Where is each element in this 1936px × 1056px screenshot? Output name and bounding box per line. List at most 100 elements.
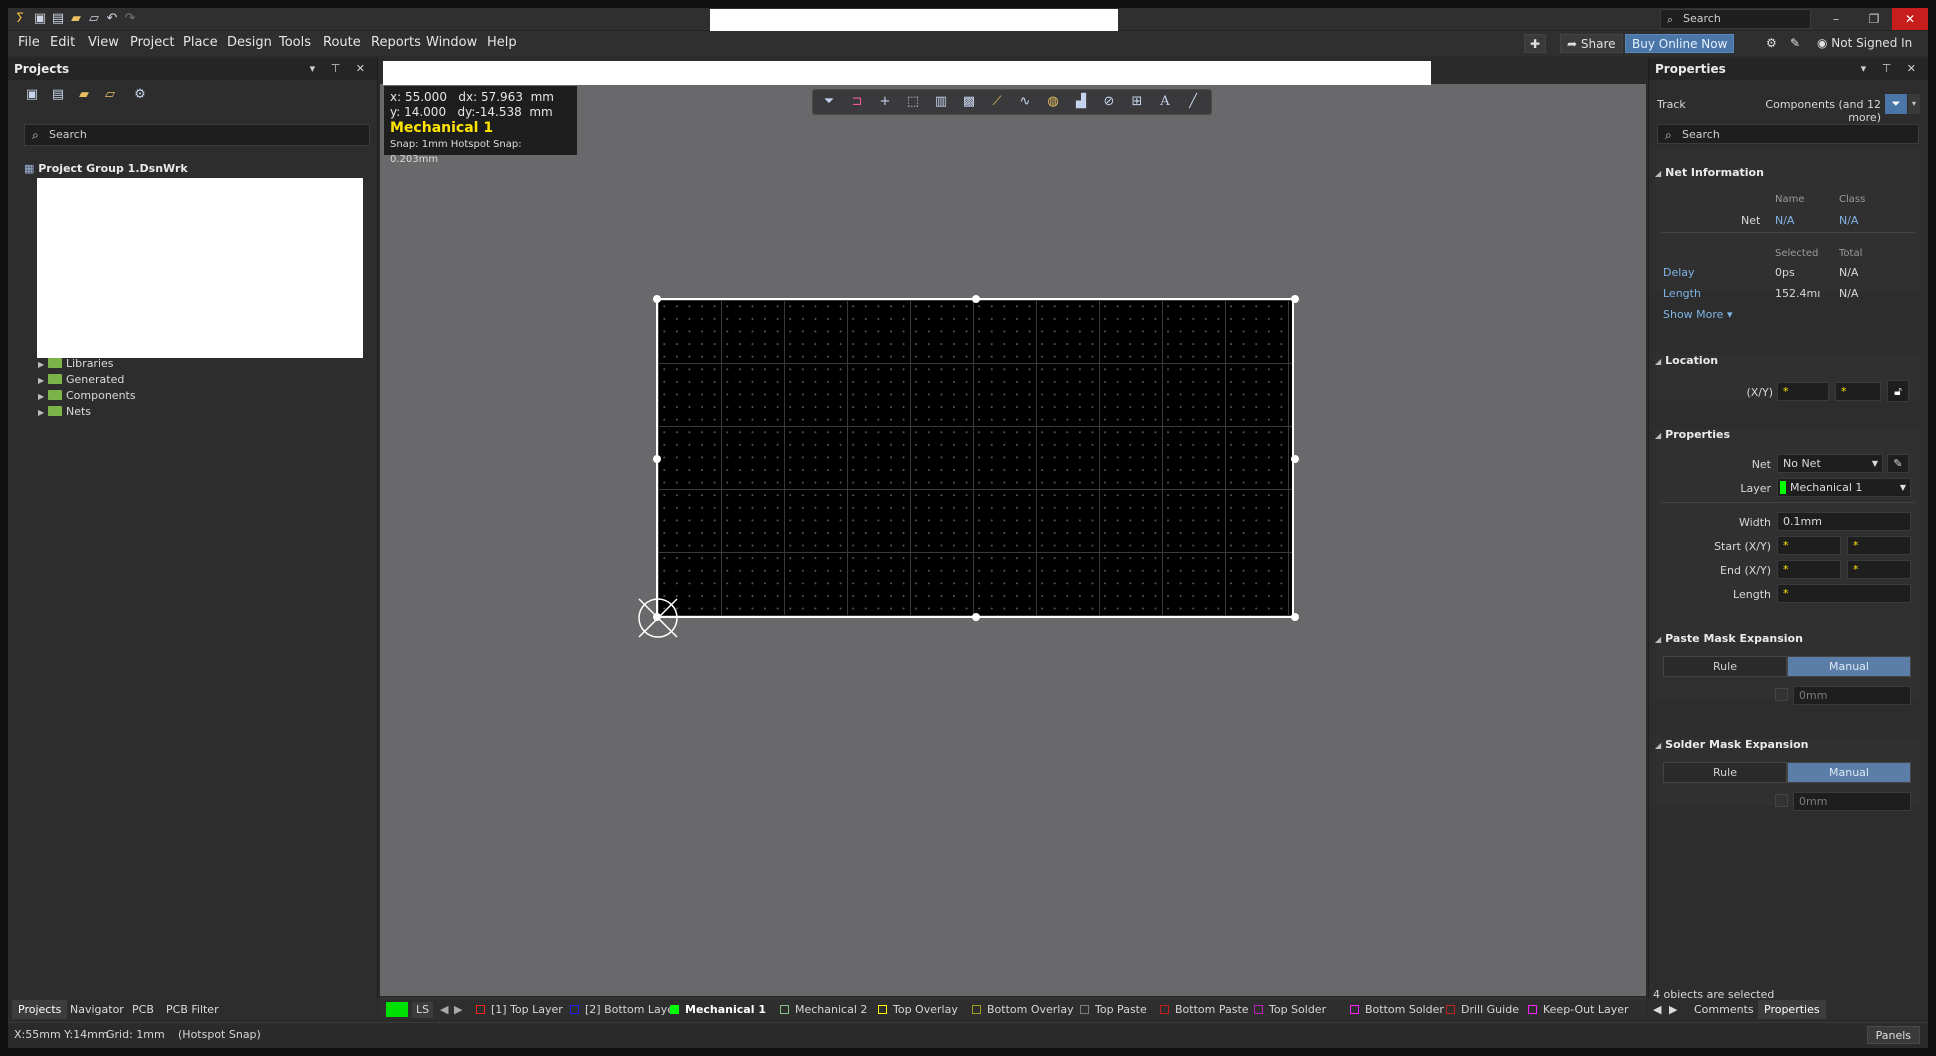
- selection-handle[interactable]: [1291, 455, 1299, 463]
- polygon-icon[interactable]: ▟: [1071, 93, 1091, 111]
- paste-mask-value-field[interactable]: 0mm: [1793, 686, 1911, 705]
- expand-arrow-icon[interactable]: ▶: [38, 405, 48, 421]
- properties-section-title[interactable]: ◢ Properties: [1655, 428, 1730, 441]
- place-line-icon[interactable]: ╱: [1183, 93, 1203, 111]
- paste-mask-checkbox[interactable]: [1775, 688, 1788, 701]
- layer-tab-top-solder[interactable]: Top Solder: [1254, 1002, 1326, 1018]
- project-group-item[interactable]: ▦ Project Group 1.DsnWrk: [24, 162, 188, 175]
- place-pad-icon[interactable]: ◍: [1043, 93, 1063, 111]
- buy-online-button[interactable]: Buy Online Now: [1625, 34, 1735, 53]
- open-icon[interactable]: ▰: [68, 11, 84, 27]
- place-component-icon[interactable]: ▩: [959, 93, 979, 111]
- scroll-left-icon[interactable]: ◀: [1650, 1000, 1664, 1019]
- tree-item-libraries[interactable]: ▶ Libraries: [38, 356, 114, 372]
- align-icon[interactable]: ▥: [931, 93, 951, 111]
- selection-handle[interactable]: [1291, 295, 1299, 303]
- select-rect-icon[interactable]: ⬚: [903, 93, 923, 111]
- track-length-field[interactable]: *: [1777, 584, 1911, 603]
- save-icon[interactable]: ▣: [32, 11, 48, 27]
- selection-handle[interactable]: [972, 295, 980, 303]
- width-field[interactable]: 0.1mm: [1777, 512, 1911, 531]
- tab-comments[interactable]: Comments: [1688, 1000, 1760, 1019]
- document-title-field[interactable]: [710, 9, 1118, 31]
- route-icon[interactable]: ⟋: [987, 93, 1007, 111]
- filter-icon[interactable]: ⏷: [819, 93, 839, 111]
- close-button[interactable]: ✕: [1892, 8, 1928, 30]
- layer-tab-2-bottom-layer[interactable]: [2] Bottom Layer: [570, 1002, 679, 1018]
- layer-tab-mechanical-1[interactable]: Mechanical 1: [670, 1002, 766, 1018]
- layer-tab-top-overlay[interactable]: Top Overlay: [878, 1002, 958, 1018]
- show-more-link[interactable]: Show More ▾: [1663, 308, 1732, 321]
- panels-button[interactable]: Panels: [1866, 1026, 1920, 1044]
- pcb-board-outline[interactable]: [656, 298, 1294, 618]
- menu-window[interactable]: Window: [426, 35, 477, 50]
- restore-button[interactable]: ❐: [1856, 8, 1892, 30]
- net-information-title[interactable]: ◢ Net Information: [1655, 166, 1764, 179]
- menu-project[interactable]: Project: [130, 35, 174, 50]
- solder-mask-manual-button[interactable]: Manual: [1787, 762, 1911, 783]
- solder-mask-checkbox[interactable]: [1775, 794, 1788, 807]
- start-x-field[interactable]: *: [1777, 536, 1841, 555]
- net-picker-icon[interactable]: ✎: [1887, 454, 1909, 473]
- account-button[interactable]: ◉ Not Signed In ▾: [1811, 34, 1928, 69]
- minimize-button[interactable]: –: [1818, 8, 1854, 30]
- interactive-routing-icon[interactable]: ⊐: [847, 93, 867, 111]
- selection-handle[interactable]: [972, 613, 980, 621]
- cross-select-icon[interactable]: +: [875, 93, 895, 111]
- layer-tab-bottom-solder[interactable]: Bottom Solder: [1350, 1002, 1444, 1018]
- current-layer-color-icon[interactable]: [386, 1002, 408, 1017]
- panel-controls[interactable]: ▾ ⊤ ✕: [1861, 58, 1922, 80]
- panel-controls[interactable]: ▾ ⊤ ✕: [310, 58, 371, 80]
- menu-place[interactable]: Place: [183, 35, 218, 50]
- selection-handle[interactable]: [653, 295, 661, 303]
- layer-tab-bottom-paste[interactable]: Bottom Paste: [1160, 1002, 1249, 1018]
- tab-pcb-filter[interactable]: PCB Filter: [160, 1000, 225, 1019]
- layer-tab-mechanical-2[interactable]: Mechanical 2: [780, 1002, 867, 1018]
- keepout-icon[interactable]: ⊘: [1099, 93, 1119, 111]
- menu-file[interactable]: File: [18, 35, 40, 50]
- filter-dropdown-icon[interactable]: ▾: [1908, 94, 1920, 114]
- properties-search-input[interactable]: ⌕ Search: [1657, 124, 1919, 144]
- tab-pcb[interactable]: PCB: [126, 1000, 160, 1019]
- layer-scroll-left-icon[interactable]: ◀: [440, 1002, 448, 1018]
- net-info-net-class[interactable]: N/A: [1839, 214, 1858, 227]
- redo-icon[interactable]: ↷: [122, 11, 138, 27]
- tab-navigator[interactable]: Navigator: [64, 1000, 130, 1019]
- menu-design[interactable]: Design: [227, 35, 272, 50]
- paste-mask-rule-button[interactable]: Rule: [1663, 656, 1787, 677]
- tab-projects[interactable]: Projects: [12, 1000, 68, 1019]
- layer-tab-top-paste[interactable]: Top Paste: [1080, 1002, 1147, 1018]
- open-project-icon[interactable]: ▱: [86, 11, 102, 27]
- net-select[interactable]: No Net ▼: [1777, 454, 1883, 473]
- tree-item-components[interactable]: ▶ Components: [38, 388, 136, 404]
- tree-item-nets[interactable]: ▶ Nets: [38, 404, 91, 420]
- location-title[interactable]: ◢ Location: [1655, 354, 1718, 367]
- layer-set-button[interactable]: LS: [412, 1002, 434, 1018]
- location-x-field[interactable]: *: [1777, 382, 1829, 401]
- menu-tools[interactable]: Tools: [279, 35, 311, 50]
- end-y-field[interactable]: *: [1847, 560, 1911, 579]
- paste-mask-manual-button[interactable]: Manual: [1787, 656, 1911, 677]
- projects-search-input[interactable]: ⌕ Search: [24, 124, 370, 146]
- solder-mask-value-field[interactable]: 0mm: [1793, 792, 1911, 811]
- notifications-icon[interactable]: ✎: [1784, 34, 1806, 53]
- global-search-input[interactable]: ⌕ Search: [1660, 9, 1811, 29]
- settings-gear-icon[interactable]: ⚙: [1760, 34, 1783, 53]
- layer-select[interactable]: Mechanical 1 ▼: [1777, 478, 1911, 497]
- selection-handle[interactable]: [653, 455, 661, 463]
- document-tab-bar[interactable]: [383, 61, 1431, 85]
- save-project-icon[interactable]: ▣: [24, 87, 40, 103]
- menu-edit[interactable]: Edit: [50, 35, 75, 50]
- open-project-folder-icon[interactable]: ▰: [76, 87, 92, 103]
- place-text-icon[interactable]: A: [1155, 93, 1175, 111]
- undo-icon[interactable]: ↶: [104, 11, 120, 27]
- project-options-gear-icon[interactable]: ⚙: [132, 87, 148, 103]
- delay-label[interactable]: Delay: [1663, 266, 1695, 279]
- expand-arrow-icon[interactable]: ▶: [38, 357, 48, 373]
- project-folder-icon[interactable]: ▱: [102, 87, 118, 103]
- dimension-icon[interactable]: ⊞: [1127, 93, 1147, 111]
- selection-handle[interactable]: [1291, 613, 1299, 621]
- net-info-net-name[interactable]: N/A: [1775, 214, 1794, 227]
- layer-tab-drill-guide[interactable]: Drill Guide: [1446, 1002, 1519, 1018]
- layer-scroll-right-icon[interactable]: ▶: [454, 1002, 462, 1018]
